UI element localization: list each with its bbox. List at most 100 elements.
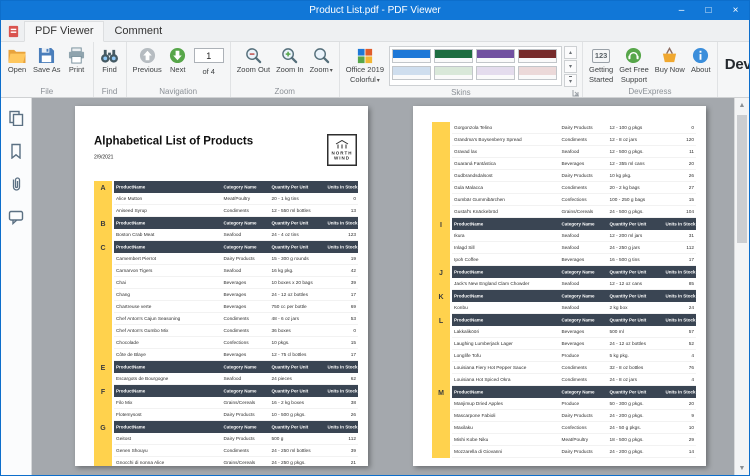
units-in-stock: 4 [663,377,696,383]
gallery-expand-button[interactable]: ▾ [564,74,577,87]
gallery-scroll-down-button[interactable]: ▾ [564,60,577,73]
thumbnails-panel-button[interactable] [6,108,26,128]
product-name: Maxilaku [452,425,560,431]
section-rows: ProductNameCategory NameQuantity Per Uni… [114,385,358,421]
table-header-row: ProductNameCategory NameQuantity Per Uni… [114,241,358,253]
category-name: Seafood [559,305,607,311]
category-name: Seafood [559,281,607,287]
category-name: Confections [559,197,607,203]
product-name: Ipoh Coffee [452,257,560,263]
product-row: Chef Anton's Gumbo MixCondiments36 boxes… [114,325,358,337]
about-button[interactable]: About [688,43,714,86]
bookmarks-panel-button[interactable] [6,141,26,161]
close-button[interactable]: × [722,1,749,20]
save-as-button[interactable]: Save As [30,43,64,86]
zoom-button[interactable]: Zoom [307,43,336,86]
section-letter: M [432,386,450,458]
skin-swatch[interactable] [518,66,557,80]
units-in-stock: 39 [325,280,358,286]
pdf-page-1: Alphabetical List of Products 2/9/2021 N… [75,106,368,466]
units-in-stock: 31 [663,233,696,239]
buy-now-button[interactable]: Buy Now [652,43,688,86]
category-name: Condiments [221,448,269,454]
zoom-out-button[interactable]: Zoom Out [234,43,273,86]
attachments-panel-button[interactable] [6,174,26,194]
skin-swatch[interactable] [518,49,557,63]
skin-swatch[interactable] [392,49,431,63]
info-icon [692,46,709,65]
skin-swatch[interactable] [392,66,431,80]
tab-pdf-viewer[interactable]: PDF Viewer [24,21,104,42]
gallery-scroll-up-button[interactable]: ▴ [564,46,577,59]
skin-swatch-color [519,50,556,58]
quantity-per-unit: 16 kg pkg. [269,268,325,274]
product-row: Mishi Kobe NikuMeat/Poultry18 - 500 g pk… [452,434,696,446]
previous-button[interactable]: Previous [130,43,165,86]
product-row: Boston Crab MeatSeafood24 - 4 oz tins123 [114,229,358,241]
skin-swatch[interactable] [476,66,515,80]
quantity-per-unit: 24 - 250 g jars [607,245,663,251]
section-letter [432,122,450,218]
scrollbar-track[interactable] [735,112,749,461]
column-header: Quantity Per Unit [607,318,663,323]
zoom-in-button[interactable]: Zoom In [273,43,307,86]
quantity-per-unit: 500 ml [607,329,663,335]
page-count-label: of 4 [202,67,215,76]
product-row: Escargots de BourgogneSeafood24 pieces62 [114,373,358,385]
product-name: Alice Mutton [114,196,222,202]
tab-comment[interactable]: Comment [104,22,172,41]
column-header: ProductName [114,221,222,226]
product-row: Guaraná FantásticaBeverages12 - 355 ml c… [452,158,696,170]
minimize-button[interactable]: – [668,1,695,20]
product-row: GeitostDairy Products500 g112 [114,433,358,445]
product-row: Louisiana Hot Spiced OkraCondiments24 - … [452,374,696,386]
vertical-scrollbar[interactable]: ▲ ▼ [734,98,749,475]
next-button[interactable]: Next [165,43,191,86]
quantity-per-unit: 50 - 300 g pkgs. [607,401,663,407]
column-header: Units In Stock [325,221,358,226]
skin-swatch[interactable] [476,49,515,63]
skin-swatch-color [477,67,514,75]
section-rows: ProductNameCategory NameQuantity Per Uni… [452,290,696,314]
section-letter: L [432,314,450,386]
gallery-launcher-icon[interactable] [572,89,580,101]
skin-swatch[interactable] [434,49,473,63]
product-row: Carnarvon TigersSeafood16 kg pkg.42 [114,265,358,277]
quantity-per-unit: 12 - 200 ml jars [607,233,663,239]
product-name: Chef Anton's Gumbo Mix [114,328,222,334]
units-in-stock: 26 [663,173,696,179]
product-row: Genen ShouyuCondiments24 - 250 ml bottle… [114,445,358,457]
product-name: Chai [114,280,222,286]
comments-panel-button[interactable] [6,207,26,227]
paperclip-icon [8,176,24,192]
product-row: MaxilakuConfections24 - 50 g pkgs.10 [452,422,696,434]
skin-select-button[interactable]: Office 2019 Colorful [343,43,387,86]
getting-started-button[interactable]: 123 Getting Started [586,43,616,86]
column-header: Units In Stock [663,390,696,395]
section-letter: F [94,385,112,421]
comment-bubble-icon [8,209,24,225]
category-name: Condiments [559,365,607,371]
section-letter: I [432,218,450,266]
scroll-up-icon[interactable]: ▲ [735,98,749,112]
window-title: Product List.pdf - PDF Viewer [1,5,749,16]
units-in-stock: 26 [325,412,358,418]
maximize-button[interactable]: □ [695,1,722,20]
get-free-support-button[interactable]: Get Free Support [616,43,652,86]
units-in-stock: 15 [325,340,358,346]
print-button[interactable]: Print [64,43,90,86]
section-letter: A [94,181,112,217]
product-name: Flotemysost [114,412,222,418]
category-name: Condiments [559,185,607,191]
quantity-per-unit: 100 - 250 g bags [607,197,663,203]
skin-swatch[interactable] [434,66,473,80]
find-button[interactable]: Find [97,43,123,86]
scroll-down-icon[interactable]: ▼ [735,461,749,475]
quantity-per-unit: 24 - 250 g pkgs. [269,460,325,466]
table-header-row: ProductNameCategory NameQuantity Per Uni… [114,385,358,397]
page-number-input[interactable] [194,48,224,63]
column-header: Category Name [559,390,607,395]
open-button[interactable]: Open [4,43,30,86]
scrollbar-thumb[interactable] [737,115,747,243]
northwind-logo: NORTH WIND [327,134,357,166]
